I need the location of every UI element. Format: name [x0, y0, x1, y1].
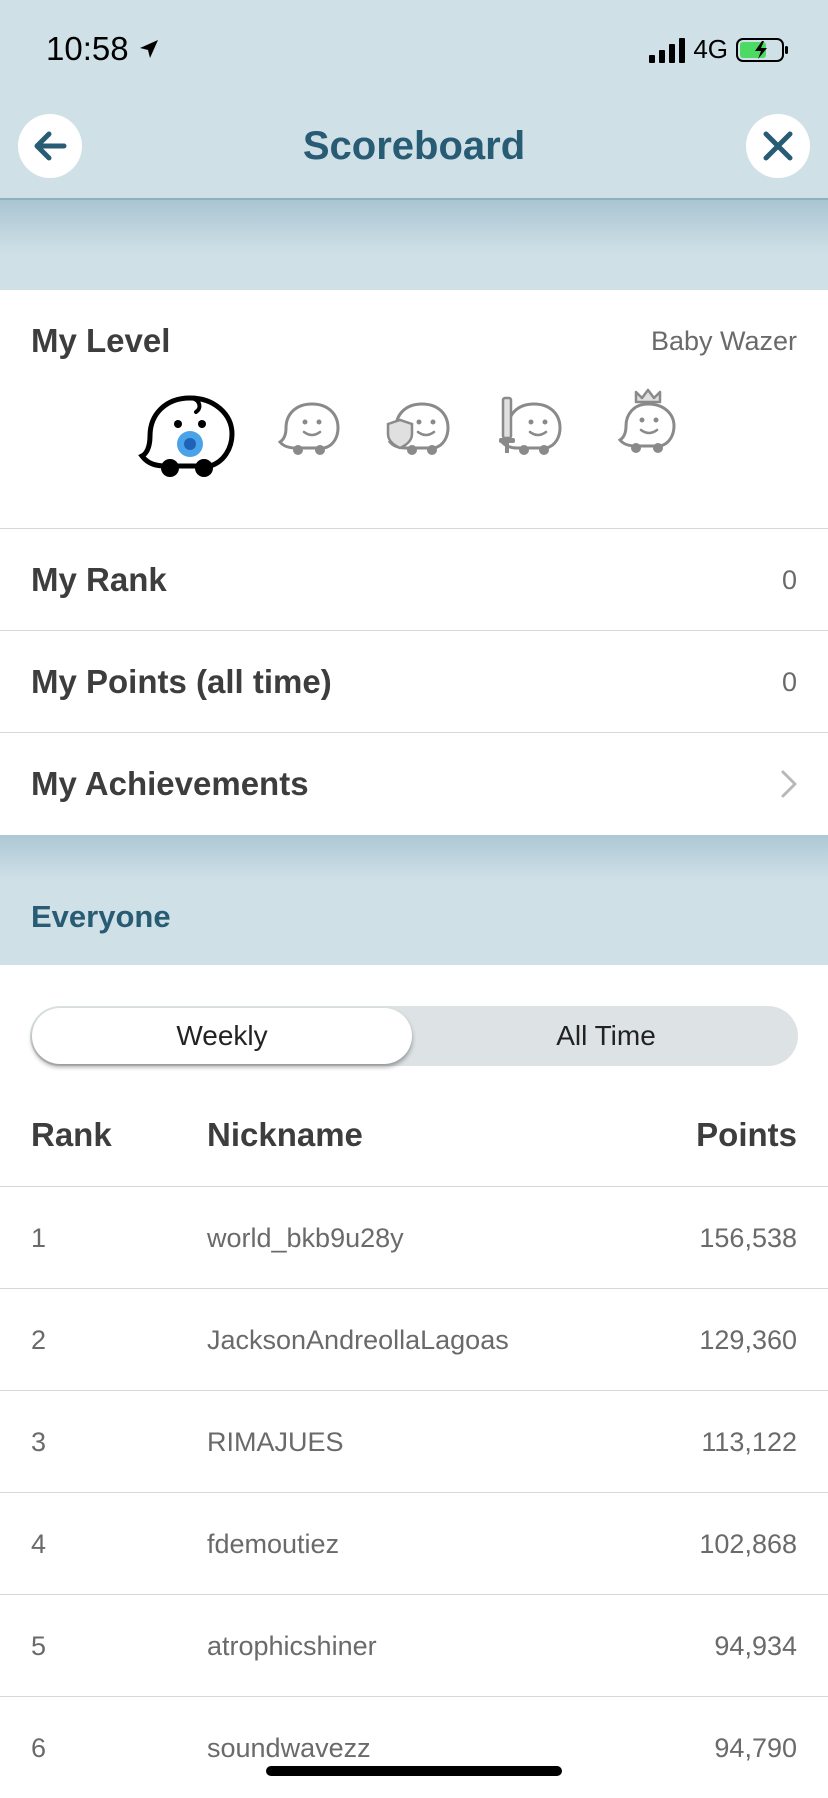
my-points-label: My Points (all time)	[31, 663, 332, 700]
row-points: 94,790	[714, 1733, 797, 1763]
row-rank: 2	[31, 1325, 47, 1355]
row-nickname: RIMAJUES	[207, 1427, 344, 1457]
my-level-label: My Level	[31, 322, 171, 359]
row-rank: 4	[31, 1529, 47, 1559]
my-achievements-label: My Achievements	[31, 765, 309, 802]
network-type: 4G	[693, 34, 728, 64]
close-icon	[763, 131, 793, 161]
row-points: 129,360	[699, 1325, 797, 1355]
royalty-wazer-icon	[617, 388, 676, 453]
my-rank-row: My Rank 0	[0, 529, 828, 631]
page-title: Scoreboard	[302, 124, 526, 168]
rank-column-header: Rank	[31, 1116, 112, 1153]
table-row: 1 world_bkb9u28y 156,538	[0, 1187, 828, 1289]
header-band	[0, 200, 828, 290]
chevron-right-icon	[781, 770, 797, 798]
row-points: 156,538	[699, 1223, 797, 1253]
row-rank: 6	[31, 1733, 47, 1763]
all-time-tab[interactable]: All Time	[414, 1006, 798, 1066]
my-points-row: My Points (all time) 0	[0, 631, 828, 733]
my-rank-label: My Rank	[31, 561, 167, 598]
my-points-value: 0	[781, 667, 797, 697]
close-button[interactable]	[746, 114, 810, 178]
row-points: 94,934	[714, 1631, 797, 1661]
everyone-label: Everyone	[31, 899, 171, 934]
battery-charging-icon	[736, 37, 788, 62]
status-indicators: 4G	[649, 34, 790, 65]
my-rank-value: 0	[781, 565, 797, 595]
table-row: 3 RIMAJUES 113,122	[0, 1391, 828, 1493]
table-row: 6 soundwavezz 94,790	[0, 1697, 828, 1798]
location-arrow-icon	[139, 40, 158, 58]
status-time-text: 10:58	[46, 30, 129, 67]
knight-wazer-icon	[499, 396, 562, 455]
row-nickname: fdemoutiez	[207, 1529, 340, 1559]
row-nickname: world_bkb9u28y	[207, 1223, 404, 1253]
row-nickname: soundwavezz	[207, 1733, 371, 1763]
row-nickname: atrophicshiner	[207, 1631, 377, 1661]
period-toggle: All Time Weekly	[30, 1006, 798, 1066]
shield-wazer-icon	[386, 402, 450, 455]
table-row: 2 JacksonAndreollaLagoas 129,360	[0, 1289, 828, 1391]
cell-signal-icon	[649, 37, 686, 63]
table-row: 4 fdemoutiez 102,868	[0, 1493, 828, 1595]
table-row: 5 atrophicshiner 94,934	[0, 1595, 828, 1697]
baby-wazer-icon	[138, 395, 235, 477]
points-column-header: Points	[696, 1116, 797, 1153]
row-points: 102,868	[699, 1529, 797, 1559]
row-rank: 3	[31, 1427, 47, 1457]
level-icons	[0, 388, 828, 500]
wazer-icon	[278, 402, 340, 455]
row-nickname: JacksonAndreollaLagoas	[207, 1325, 509, 1355]
nav-header: Scoreboard	[0, 98, 828, 200]
row-rank: 5	[31, 1631, 47, 1661]
my-level-value: Baby Wazer	[650, 326, 797, 356]
home-indicator[interactable]	[266, 1766, 562, 1776]
my-achievements-row[interactable]: My Achievements	[0, 733, 828, 834]
my-level-section: My Level Baby Wazer	[0, 290, 828, 529]
everyone-section-header: Everyone	[0, 835, 828, 965]
row-points: 113,122	[701, 1427, 797, 1457]
nickname-column-header: Nickname	[207, 1116, 363, 1153]
weekly-tab[interactable]: Weekly	[32, 1008, 412, 1064]
status-time: 10:58	[46, 30, 161, 68]
row-rank: 1	[31, 1223, 47, 1253]
status-bar: 10:58 4G	[0, 0, 828, 98]
